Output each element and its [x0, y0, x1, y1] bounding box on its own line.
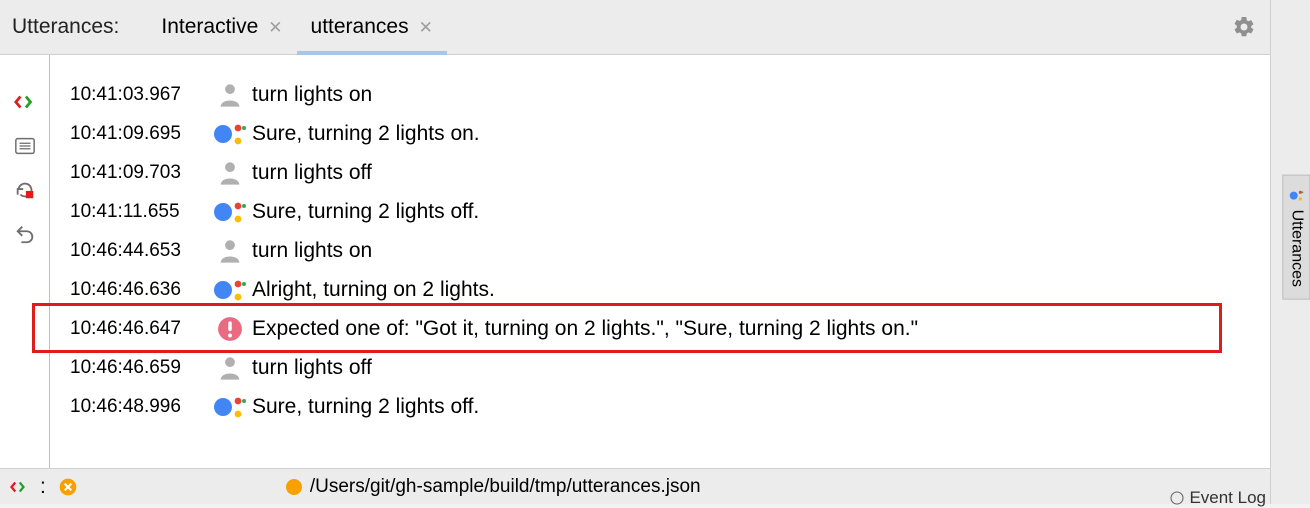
log-timestamp: 10:41:09.703: [58, 162, 208, 184]
user-icon: [208, 354, 252, 382]
error-icon: [217, 316, 243, 342]
status-cancel-icon[interactable]: [58, 477, 78, 497]
log-row[interactable]: 10:41:11.655 Sure, turning 2 lights off.: [58, 192, 1284, 231]
sidebar-tab-label: Utterances: [1287, 210, 1305, 287]
user-icon: [216, 237, 244, 265]
log-message: Sure, turning 2 lights on.: [252, 122, 480, 146]
assistant-icon: [213, 120, 247, 148]
tab-utterances[interactable]: utterances ✕: [297, 0, 447, 54]
user-icon: [216, 354, 244, 382]
log-timestamp: 10:46:46.659: [58, 357, 208, 379]
toggle-view-icon[interactable]: [14, 91, 36, 113]
user-icon: [208, 81, 252, 109]
log-message: turn lights on: [252, 83, 372, 107]
assistant-icon: [208, 276, 252, 304]
error-icon: [208, 316, 252, 342]
log-message: Sure, turning 2 lights off.: [252, 395, 479, 419]
log-row[interactable]: 10:46:46.636 Alright, turning on 2 light…: [58, 270, 1284, 309]
tool-column: [0, 55, 50, 468]
close-icon[interactable]: ✕: [419, 19, 433, 36]
log-timestamp: 10:46:46.647: [58, 318, 208, 340]
panel-title: Utterances:: [12, 15, 147, 39]
log-message: Sure, turning 2 lights off.: [252, 200, 479, 224]
log-message: turn lights off: [252, 161, 372, 185]
user-icon: [208, 159, 252, 187]
log-row[interactable]: 10:41:03.967 turn lights on: [58, 75, 1284, 114]
user-icon: [208, 237, 252, 265]
log-timestamp: 10:46:46.636: [58, 279, 208, 301]
assistant-icon: [208, 198, 252, 226]
assistant-icon: [208, 120, 252, 148]
log-timestamp: 10:41:09.695: [58, 123, 208, 145]
toggle-view-icon[interactable]: [10, 478, 28, 496]
status-dot-icon: [286, 479, 302, 495]
log-timestamp: 10:41:03.967: [58, 84, 208, 106]
log-timestamp: 10:46:48.996: [58, 396, 208, 418]
log-row[interactable]: 10:46:46.647 Expected one of: "Got it, t…: [58, 309, 1284, 348]
log-message: turn lights on: [252, 239, 372, 263]
assistant-icon: [213, 198, 247, 226]
log-area: 10:41:03.967 turn lights on10:41:09.695 …: [50, 55, 1292, 468]
log-row[interactable]: 10:41:09.703 turn lights off: [58, 153, 1284, 192]
assistant-icon: [213, 393, 247, 421]
log-row[interactable]: 10:46:46.659 turn lights off: [58, 348, 1284, 387]
tab-label: utterances: [311, 15, 409, 39]
close-icon[interactable]: ✕: [268, 19, 282, 36]
log-timestamp: 10:46:44.653: [58, 240, 208, 262]
user-icon: [216, 81, 244, 109]
gear-icon[interactable]: [1232, 15, 1256, 39]
user-icon: [216, 159, 244, 187]
sidebar-tab-utterances[interactable]: Utterances: [1282, 175, 1310, 300]
status-separator: :: [36, 475, 50, 499]
log-message: turn lights off: [252, 356, 372, 380]
rerun-icon[interactable]: [14, 179, 36, 201]
main-panel: 10:41:03.967 turn lights on10:41:09.695 …: [0, 55, 1310, 468]
status-path: /Users/git/gh-sample/build/tmp/utterance…: [310, 476, 701, 498]
log-row[interactable]: 10:46:48.996 Sure, turning 2 lights off.: [58, 387, 1284, 426]
assistant-icon: [213, 276, 247, 304]
log-message: Alright, turning on 2 lights.: [252, 278, 495, 302]
event-log-hint[interactable]: Event Log: [1169, 488, 1266, 508]
tab-bar: Utterances: Interactive ✕ utterances ✕ —: [0, 0, 1310, 55]
status-bar: : /Users/git/gh-sample/build/tmp/utteran…: [0, 468, 1270, 504]
log-message: Expected one of: "Got it, turning on 2 l…: [252, 317, 918, 341]
tab-interactive[interactable]: Interactive ✕: [147, 0, 296, 54]
log-timestamp: 10:41:11.655: [58, 201, 208, 223]
assistant-icon: [208, 393, 252, 421]
tab-label: Interactive: [161, 15, 258, 39]
log-row[interactable]: 10:41:09.695 Sure, turning 2 lights on.: [58, 114, 1284, 153]
list-icon[interactable]: [14, 135, 36, 157]
log-row[interactable]: 10:46:44.653 turn lights on: [58, 231, 1284, 270]
undo-icon[interactable]: [14, 223, 36, 245]
